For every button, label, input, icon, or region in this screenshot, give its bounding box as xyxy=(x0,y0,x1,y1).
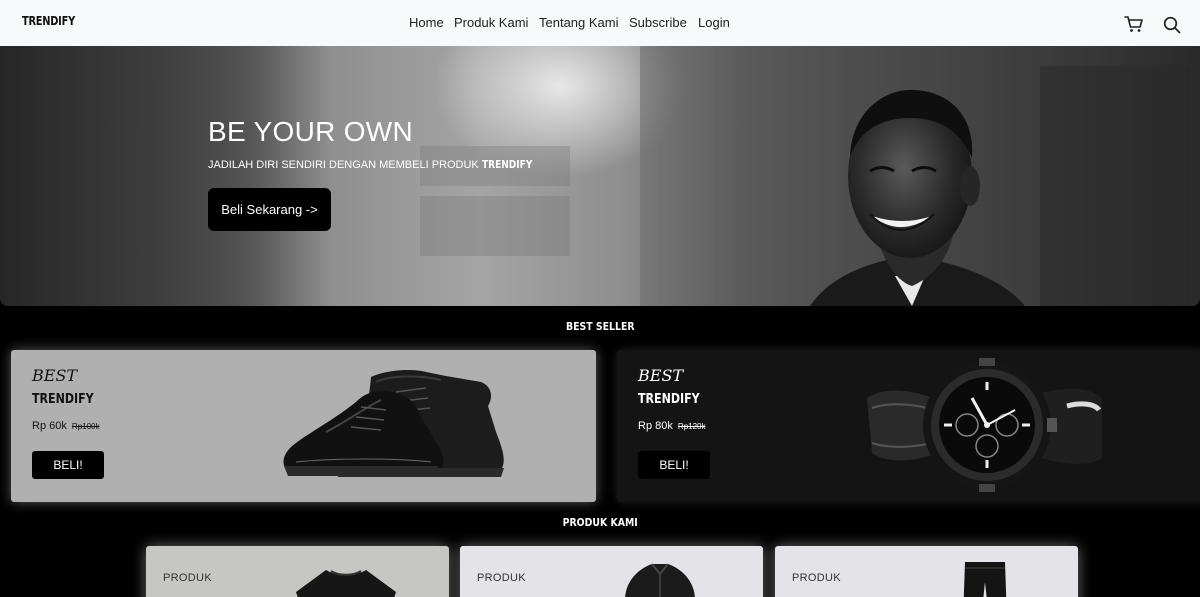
old-price: Rp100k xyxy=(71,422,100,431)
products-heading: PRODUK KAMI xyxy=(0,516,1200,529)
best-tag: BEST xyxy=(638,366,684,385)
hero-subtitle-brand: TRENDIFY xyxy=(481,158,533,171)
product-name: TRENDIFY xyxy=(32,392,94,407)
best-seller-card: BEST TRENDIFY Rp 80k Rp120k BELI! xyxy=(617,350,1200,502)
products-heading-text: PRODUK KAMI xyxy=(562,516,638,529)
hero-subtitle-text: JADILAH DIRI SENDIRI DENGAN MEMBELI PROD… xyxy=(208,159,482,171)
hero-person-image xyxy=(810,89,1025,306)
nav-link-login[interactable]: Login xyxy=(698,15,730,30)
pants-image xyxy=(963,562,1007,597)
product-card[interactable]: PRODUK xyxy=(146,546,449,597)
buy-now-button[interactable]: Beli Sekarang -> xyxy=(208,188,331,231)
hero-title: BE YOUR OWN xyxy=(208,116,414,147)
product-price: Rp 80k Rp120k xyxy=(638,420,706,432)
current-price: Rp 60k xyxy=(32,420,67,432)
buy-button[interactable]: BELI! xyxy=(32,451,104,479)
hero-background-wall xyxy=(1040,66,1190,306)
cart-icon[interactable] xyxy=(1124,15,1144,33)
sneakers-image[interactable] xyxy=(276,362,516,482)
nav-link-subscribe[interactable]: Subscribe xyxy=(629,15,687,30)
current-price: Rp 80k xyxy=(638,420,673,432)
navbar: TRENDIFY Home Produk Kami Tentang Kami S… xyxy=(0,0,1200,46)
old-price: Rp120k xyxy=(677,422,706,431)
nav-link-produk-kami[interactable]: Produk Kami xyxy=(454,15,528,30)
buy-button[interactable]: BELI! xyxy=(638,451,710,479)
hero-subtitle: JADILAH DIRI SENDIRI DENGAN MEMBELI PROD… xyxy=(208,158,543,171)
watch-image[interactable] xyxy=(867,358,1107,492)
tshirt-image xyxy=(296,570,396,597)
jacket-image xyxy=(625,563,695,597)
product-label: PRODUK xyxy=(792,572,841,584)
product-card[interactable]: PRODUK xyxy=(775,546,1078,597)
best-seller-heading: BEST SELLER xyxy=(0,320,1200,333)
nav-links: Home Produk Kami Tentang Kami Subscribe … xyxy=(0,15,1200,31)
product-label: PRODUK xyxy=(163,572,212,584)
product-name: TRENDIFY xyxy=(638,392,700,407)
hero-background-pillar xyxy=(150,86,158,306)
best-tag: BEST xyxy=(32,366,78,385)
nav-link-tentang-kami[interactable]: Tentang Kami xyxy=(539,15,619,30)
product-card[interactable]: PRODUK xyxy=(460,546,763,597)
product-price: Rp 60k Rp100k xyxy=(32,420,100,432)
search-icon[interactable] xyxy=(1163,16,1181,34)
hero-banner: BE YOUR OWN JADILAH DIRI SENDIRI DENGAN … xyxy=(0,46,1200,306)
best-seller-heading-text: BEST SELLER xyxy=(565,320,635,333)
nav-link-home[interactable]: Home xyxy=(409,15,444,30)
hero-background-building-left xyxy=(0,46,330,306)
best-seller-card: BEST TRENDIFY Rp 60k Rp100k BELI! xyxy=(11,350,596,502)
hero-background-building xyxy=(420,196,570,256)
product-label: PRODUK xyxy=(477,572,526,584)
